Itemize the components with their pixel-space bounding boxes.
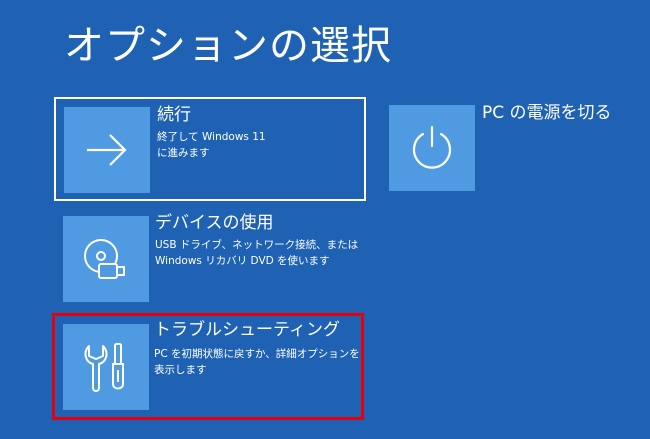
- continue-tile[interactable]: [64, 107, 150, 193]
- power-off-tile[interactable]: [389, 105, 475, 191]
- troubleshoot-option[interactable]: トラブルシューティング PC を初期状態に戻すか、詳細オプションを 表示します: [52, 313, 364, 420]
- tools-icon: [84, 343, 124, 392]
- use-device-option[interactable]: デバイスの使用 USB ドライブ、ネットワーク接続、または Windows リカ…: [54, 207, 366, 311]
- page-title: オプションの選択: [64, 23, 392, 69]
- arrow-right-icon: [87, 134, 127, 166]
- continue-option[interactable]: 続行 終了して Windows 11 に進みます: [54, 97, 366, 201]
- troubleshoot-label: トラブルシューティング: [154, 320, 340, 340]
- use-device-label: デバイスの使用: [155, 213, 274, 233]
- power-off-option[interactable]: PC の電源を切る: [389, 97, 649, 201]
- power-icon: [412, 125, 452, 169]
- continue-label: 続行: [157, 105, 191, 125]
- troubleshoot-description: PC を初期状態に戻すか、詳細オプションを 表示します: [154, 348, 360, 376]
- use-device-tile[interactable]: [63, 216, 149, 302]
- use-device-description: USB ドライブ、ネットワーク接続、または Windows リカバリ DVD を…: [155, 239, 359, 267]
- disc-usb-icon: [84, 239, 125, 279]
- troubleshoot-tile[interactable]: [63, 324, 149, 410]
- recovery-screen: オプションの選択 続行 終了して Windows 11 に進みます デバイスの使…: [0, 0, 650, 439]
- continue-description: 終了して Windows 11 に進みます: [157, 131, 266, 159]
- power-off-label: PC の電源を切る: [482, 103, 612, 123]
